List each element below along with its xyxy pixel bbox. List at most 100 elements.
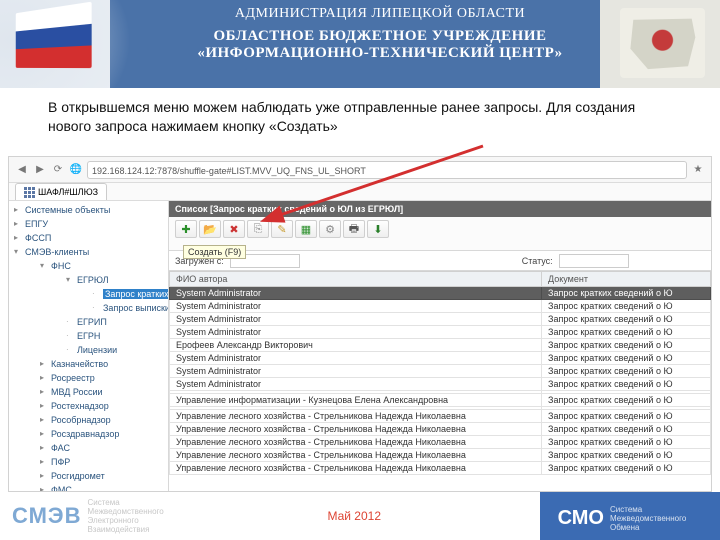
tree-item-label: ЕГРЮЛ (77, 275, 108, 285)
table-row[interactable]: Управление лесного хозяйства - Стрельник… (170, 423, 711, 436)
tab-title: ШАФЛ#ШЛЮЗ (38, 187, 98, 197)
tree-item[interactable]: ПФР (35, 455, 168, 469)
tree-item-label: ПФР (51, 457, 70, 467)
cell-author: System Administrator (170, 287, 542, 300)
url-input[interactable]: 192.168.124.12:7878/shuffle-gate#LIST.MV… (87, 161, 687, 179)
browser-address-bar: ◀ ▶ ⟳ 🌐 192.168.124.12:7878/shuffle-gate… (9, 157, 711, 183)
table-row[interactable]: System AdministratorЗапрос кратких сведе… (170, 378, 711, 391)
cell-author: Управление информатизации - Кузнецова Ел… (170, 394, 542, 407)
tree-item[interactable]: Ростехнадзор (35, 399, 168, 413)
tree-item[interactable]: Запрос выписки сведений о ЮЛ (87, 301, 168, 315)
tree-item[interactable]: ФНС ЕГРЮЛ Запрос кратких сведений о ЮЛ Запр… (35, 259, 168, 357)
tree-item-label: ФМС (51, 485, 72, 491)
main-panel: Список [Запрос кратких сведений о ЮЛ из … (169, 201, 711, 491)
tree-item-label: ЕПГУ (25, 219, 48, 229)
tree-item-label: Росреестр (51, 373, 95, 383)
tree-item[interactable]: МВД России (35, 385, 168, 399)
table-row[interactable]: Управление лесного хозяйства - Стрельник… (170, 449, 711, 462)
cell-document: Запрос кратких сведений о Ю (542, 378, 711, 391)
forward-icon[interactable]: ▶ (33, 163, 47, 177)
footer-date: Май 2012 (327, 509, 381, 523)
bookmark-icon[interactable]: ★ (691, 163, 705, 177)
table-row[interactable]: System AdministratorЗапрос кратких сведе… (170, 326, 711, 339)
tree-item-label: Росздравнадзор (51, 429, 119, 439)
print-button[interactable]: 🖶 (343, 220, 365, 238)
app-screenshot: ◀ ▶ ⟳ 🌐 192.168.124.12:7878/shuffle-gate… (8, 156, 712, 492)
table-row[interactable]: Управление лесного хозяйства - Стрельник… (170, 462, 711, 475)
tool-button-3[interactable]: ⚙ (319, 220, 341, 238)
cell-document: Запрос кратких сведений о Ю (542, 339, 711, 352)
tree-item[interactable]: ФМС (35, 483, 168, 491)
tree-item[interactable]: ЕГРН (61, 329, 168, 343)
slide-footer: СМЭВ Система Межведомственного Электронн… (0, 492, 720, 540)
cell-document: Запрос кратких сведений о Ю (542, 394, 711, 407)
tree-item[interactable]: Рособрнадзор (35, 413, 168, 427)
create-button-tooltip: Создать (F9) (183, 245, 246, 259)
cell-document: Запрос кратких сведений о Ю (542, 313, 711, 326)
tree-item-label: Рособрнадзор (51, 415, 111, 425)
navigation-tree[interactable]: Системные объекты ЕПГУ ФССП СМЭВ-клиенты ФНС… (9, 201, 169, 491)
back-icon[interactable]: ◀ (15, 163, 29, 177)
create-button[interactable]: ✚ (175, 220, 197, 238)
browser-tab[interactable]: ШАФЛ#ШЛЮЗ (15, 183, 107, 200)
table-row[interactable]: Ерофеев Александр ВикторовичЗапрос кратк… (170, 339, 711, 352)
tree-item-label: СМЭВ-клиенты (25, 247, 89, 257)
tree-item[interactable]: Лицензии (61, 343, 168, 357)
cell-author: System Administrator (170, 326, 542, 339)
tree-item-label: Росгидромет (51, 471, 105, 481)
globe-icon: 🌐 (69, 163, 83, 177)
reload-icon[interactable]: ⟳ (51, 163, 65, 177)
table-row[interactable]: System AdministratorЗапрос кратких сведе… (170, 300, 711, 313)
cell-author: Управление лесного хозяйства - Стрельник… (170, 410, 542, 423)
export-button[interactable]: ⬇ (367, 220, 389, 238)
table-row[interactable]: System AdministratorЗапрос кратких сведе… (170, 313, 711, 326)
table-row[interactable]: System AdministratorЗапрос кратких сведе… (170, 287, 711, 300)
edit-button[interactable]: ✎ (271, 220, 293, 238)
cell-author: Управление лесного хозяйства - Стрельник… (170, 423, 542, 436)
smo-logo: СМО Система Межведомственного Обмена (558, 505, 700, 532)
status-label: Статус: (522, 256, 553, 266)
tree-item[interactable]: ЕГРИП (61, 315, 168, 329)
col-author[interactable]: ФИО автора (170, 272, 542, 287)
table-row[interactable]: Управление лесного хозяйства - Стрельник… (170, 410, 711, 423)
tree-item[interactable]: Казначейство (35, 357, 168, 371)
status-input[interactable] (559, 254, 629, 268)
list-toolbar: ✚ 📂 ✖ ⎘ ✎ ▦ ⚙ 🖶 ⬇ Создать (F9) (169, 217, 711, 251)
flag-icon (16, 2, 92, 68)
table-row[interactable]: Управление лесного хозяйства - Стрельник… (170, 436, 711, 449)
open-button[interactable]: 📂 (199, 220, 221, 238)
tree-item[interactable]: ФССП (9, 231, 168, 245)
tree-item-label: Запрос выписки сведений о ЮЛ (103, 303, 169, 313)
table-row[interactable]: Управление информатизации - Кузнецова Ел… (170, 394, 711, 407)
tree-item[interactable]: СМЭВ-клиенты ФНС ЕГРЮЛ Запрос кратких сведе… (9, 245, 168, 491)
tree-item[interactable]: ЕГРЮЛ Запрос кратких сведений о ЮЛ Запрос … (61, 273, 168, 315)
tree-item[interactable]: Росреестр (35, 371, 168, 385)
cell-author: System Administrator (170, 378, 542, 391)
tree-item-label: ЕГРН (77, 331, 100, 341)
tree-item[interactable]: Росздравнадзор (35, 427, 168, 441)
app-icon (24, 187, 35, 198)
tree-item[interactable]: Запрос кратких сведений о ЮЛ (87, 287, 168, 301)
tool-button-2[interactable]: ▦ (295, 220, 317, 238)
cell-author: System Administrator (170, 352, 542, 365)
table-row[interactable]: System AdministratorЗапрос кратких сведе… (170, 365, 711, 378)
cell-document: Запрос кратких сведений о Ю (542, 300, 711, 313)
slide-intro-text: В открывшемся меню можем наблюдать уже о… (0, 88, 720, 142)
tree-item[interactable]: Росгидромет (35, 469, 168, 483)
tree-item-label: ФНС (51, 261, 71, 271)
tree-item[interactable]: ФАС (35, 441, 168, 455)
cell-author: System Administrator (170, 300, 542, 313)
tree-item-label: Лицензии (77, 345, 117, 355)
tree-item[interactable]: Системные объекты (9, 203, 168, 217)
slide-header: АДМИНИСТРАЦИЯ ЛИПЕЦКОЙ ОБЛАСТИ ОБЛАСТНОЕ… (0, 0, 720, 88)
records-table[interactable]: ФИО автора Документ System Administrator… (169, 271, 711, 475)
delete-button[interactable]: ✖ (223, 220, 245, 238)
browser-tab-strip: ШАФЛ#ШЛЮЗ (9, 183, 711, 201)
tool-button-1[interactable]: ⎘ (247, 220, 269, 238)
col-document[interactable]: Документ (542, 272, 711, 287)
cell-document: Запрос кратких сведений о Ю (542, 326, 711, 339)
table-row[interactable]: System AdministratorЗапрос кратких сведе… (170, 352, 711, 365)
tree-item[interactable]: ЕПГУ (9, 217, 168, 231)
filter-row: Загружен с: Статус: (169, 251, 711, 271)
tree-item-label: Казначейство (51, 359, 108, 369)
